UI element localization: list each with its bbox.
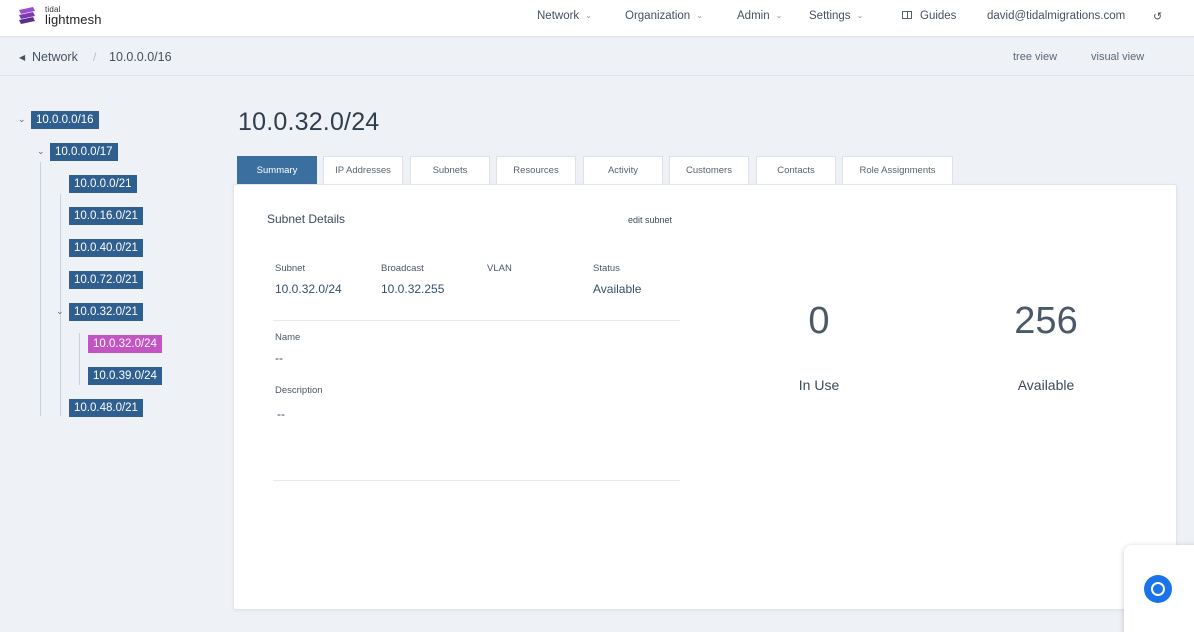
in-use-label: In Use [798,377,840,393]
name-label: Name [275,332,301,343]
subnet-details-title: Subnet Details [267,212,346,226]
tree-node[interactable]: 10.0.0.0/17 [50,143,118,161]
top-navbar: tidal lightmesh Network ⌄ Organization ⌄ A… [0,0,1194,37]
chevron-down-icon: ⌄ [775,11,783,20]
summary-card [233,184,1177,610]
tree-connector [40,162,41,416]
page-title: 10.0.32.0/24 [238,108,380,136]
chevron-down-icon[interactable]: ⌄ [18,114,26,125]
nav-admin-label: Admin [737,10,770,22]
nav-network-label: Network [537,10,580,22]
broadcast-value: 10.0.32.255 [381,282,445,296]
tree-node[interactable]: 10.0.32.0/21 [69,303,143,321]
breadcrumb-network[interactable]: Network [32,50,78,64]
nav-guides[interactable]: Guides [902,10,956,22]
broadcast-label: Broadcast [381,263,424,274]
vlan-label: VLAN [487,263,512,274]
nav-guides-label: Guides [920,10,957,22]
tab-resources[interactable]: Resources [496,156,576,184]
status-label: Status [593,263,620,274]
chrome-icon [1144,575,1172,603]
tree-node[interactable]: 10.0.48.0/21 [69,399,143,417]
book-icon [902,11,912,19]
chevron-down-icon[interactable]: ⌄ [37,146,45,157]
tab-ip-addresses[interactable]: IP Addresses [323,156,403,184]
browser-notification-popup[interactable] [1124,545,1194,632]
nav-settings[interactable]: Settings ⌄ [809,10,863,22]
status-value: Available [593,282,642,296]
description-value: -- [277,407,285,421]
tab-role-assignments[interactable]: Role Assignments [842,156,953,184]
nav-organization[interactable]: Organization ⌄ [625,10,703,22]
breadcrumb-current[interactable]: 10.0.0.0/16 [109,50,172,64]
tree-node[interactable]: 10.0.72.0/21 [69,271,143,289]
visual-view-link[interactable]: visual view [1091,51,1144,63]
tab-activity[interactable]: Activity [583,156,663,184]
tab-customers[interactable]: Customers [669,156,749,184]
chevron-down-icon[interactable]: ⌄ [56,306,64,317]
subnet-label: Subnet [275,263,306,274]
nav-network[interactable]: Network ⌄ [537,10,592,22]
available-count: 256 [1014,300,1078,342]
subnet-value: 10.0.32.0/24 [275,282,342,296]
lightmesh-logo-icon [19,7,35,24]
tree-node[interactable]: 10.0.0.0/16 [31,111,99,129]
user-email[interactable]: david@tidalmigrations.com [987,10,1125,22]
tree-node-selected[interactable]: 10.0.32.0/24 [88,335,162,353]
name-value: -- [275,351,283,365]
breadcrumb-separator: / [93,50,97,64]
tab-contacts[interactable]: Contacts [756,156,836,184]
caret-left-icon[interactable]: ◀ [19,53,25,62]
tree-node[interactable]: 10.0.0.0/21 [69,175,137,193]
tree-node[interactable]: 10.0.16.0/21 [69,207,143,225]
description-label: Description [275,385,323,396]
tree-node[interactable]: 10.0.40.0/21 [69,239,143,257]
tree-node[interactable]: 10.0.39.0/24 [88,367,162,385]
tab-summary[interactable]: Summary [237,156,317,184]
tab-subnets[interactable]: Subnets [410,156,490,184]
edit-subnet-link[interactable]: edit subnet [628,215,672,225]
details-divider [273,320,680,321]
logout-icon[interactable]: ↺ [1153,10,1162,23]
tree-connector [79,333,80,385]
tree-connector [60,194,61,416]
brand-logo[interactable]: tidal lightmesh [18,5,118,30]
details-divider [273,480,680,481]
tree-view-link[interactable]: tree view [1013,51,1057,63]
brand-name: lightmesh [45,12,102,27]
chevron-down-icon: ⌄ [856,11,864,20]
chevron-down-icon: ⌄ [585,11,592,20]
nav-settings-label: Settings [809,10,851,22]
breadcrumb-bar: ◀ Network / 10.0.0.0/16 tree view visual… [0,38,1194,76]
nav-organization-label: Organization [625,10,691,22]
nav-admin[interactable]: Admin ⌄ [737,10,782,22]
chevron-down-icon: ⌄ [696,11,703,20]
in-use-count: 0 [808,300,830,342]
available-label: Available [1017,377,1075,393]
